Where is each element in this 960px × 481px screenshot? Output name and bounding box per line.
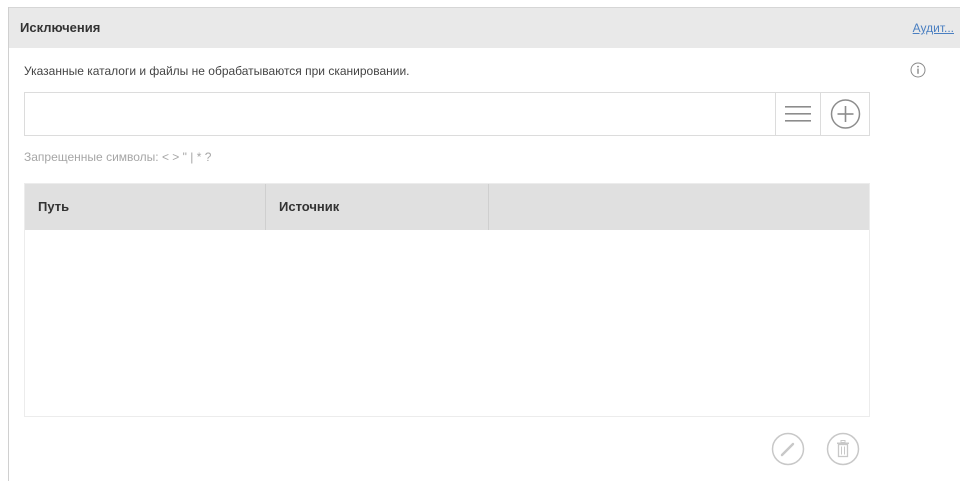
path-input-row xyxy=(24,92,870,136)
add-exclusion-button[interactable] xyxy=(820,93,870,135)
info-icon[interactable] xyxy=(910,62,926,78)
audit-link[interactable]: Аудит... xyxy=(913,21,954,35)
exclusions-panel: Исключения Аудит... Указанные каталоги и… xyxy=(0,0,960,481)
trash-icon xyxy=(826,432,860,466)
column-header-empty xyxy=(488,184,869,230)
browse-list-button[interactable] xyxy=(775,93,820,135)
delete-button[interactable] xyxy=(826,432,860,466)
path-input[interactable] xyxy=(25,93,773,135)
column-header-source[interactable]: Источник xyxy=(265,184,488,230)
panel-left-border xyxy=(8,7,9,481)
pencil-icon xyxy=(771,432,805,466)
exclusions-table: Путь Источник xyxy=(24,183,870,417)
plus-circle-icon xyxy=(830,99,861,129)
section-header: Исключения Аудит... xyxy=(9,8,960,48)
forbidden-chars-hint: Запрещенные символы: < > " | * ? xyxy=(24,150,212,164)
section-title: Исключения xyxy=(20,20,101,35)
table-header: Путь Источник xyxy=(25,184,869,230)
section-description: Указанные каталоги и файлы не обрабатыва… xyxy=(24,64,410,78)
list-icon xyxy=(785,106,811,122)
edit-button[interactable] xyxy=(771,432,805,466)
column-header-path[interactable]: Путь xyxy=(25,184,265,230)
